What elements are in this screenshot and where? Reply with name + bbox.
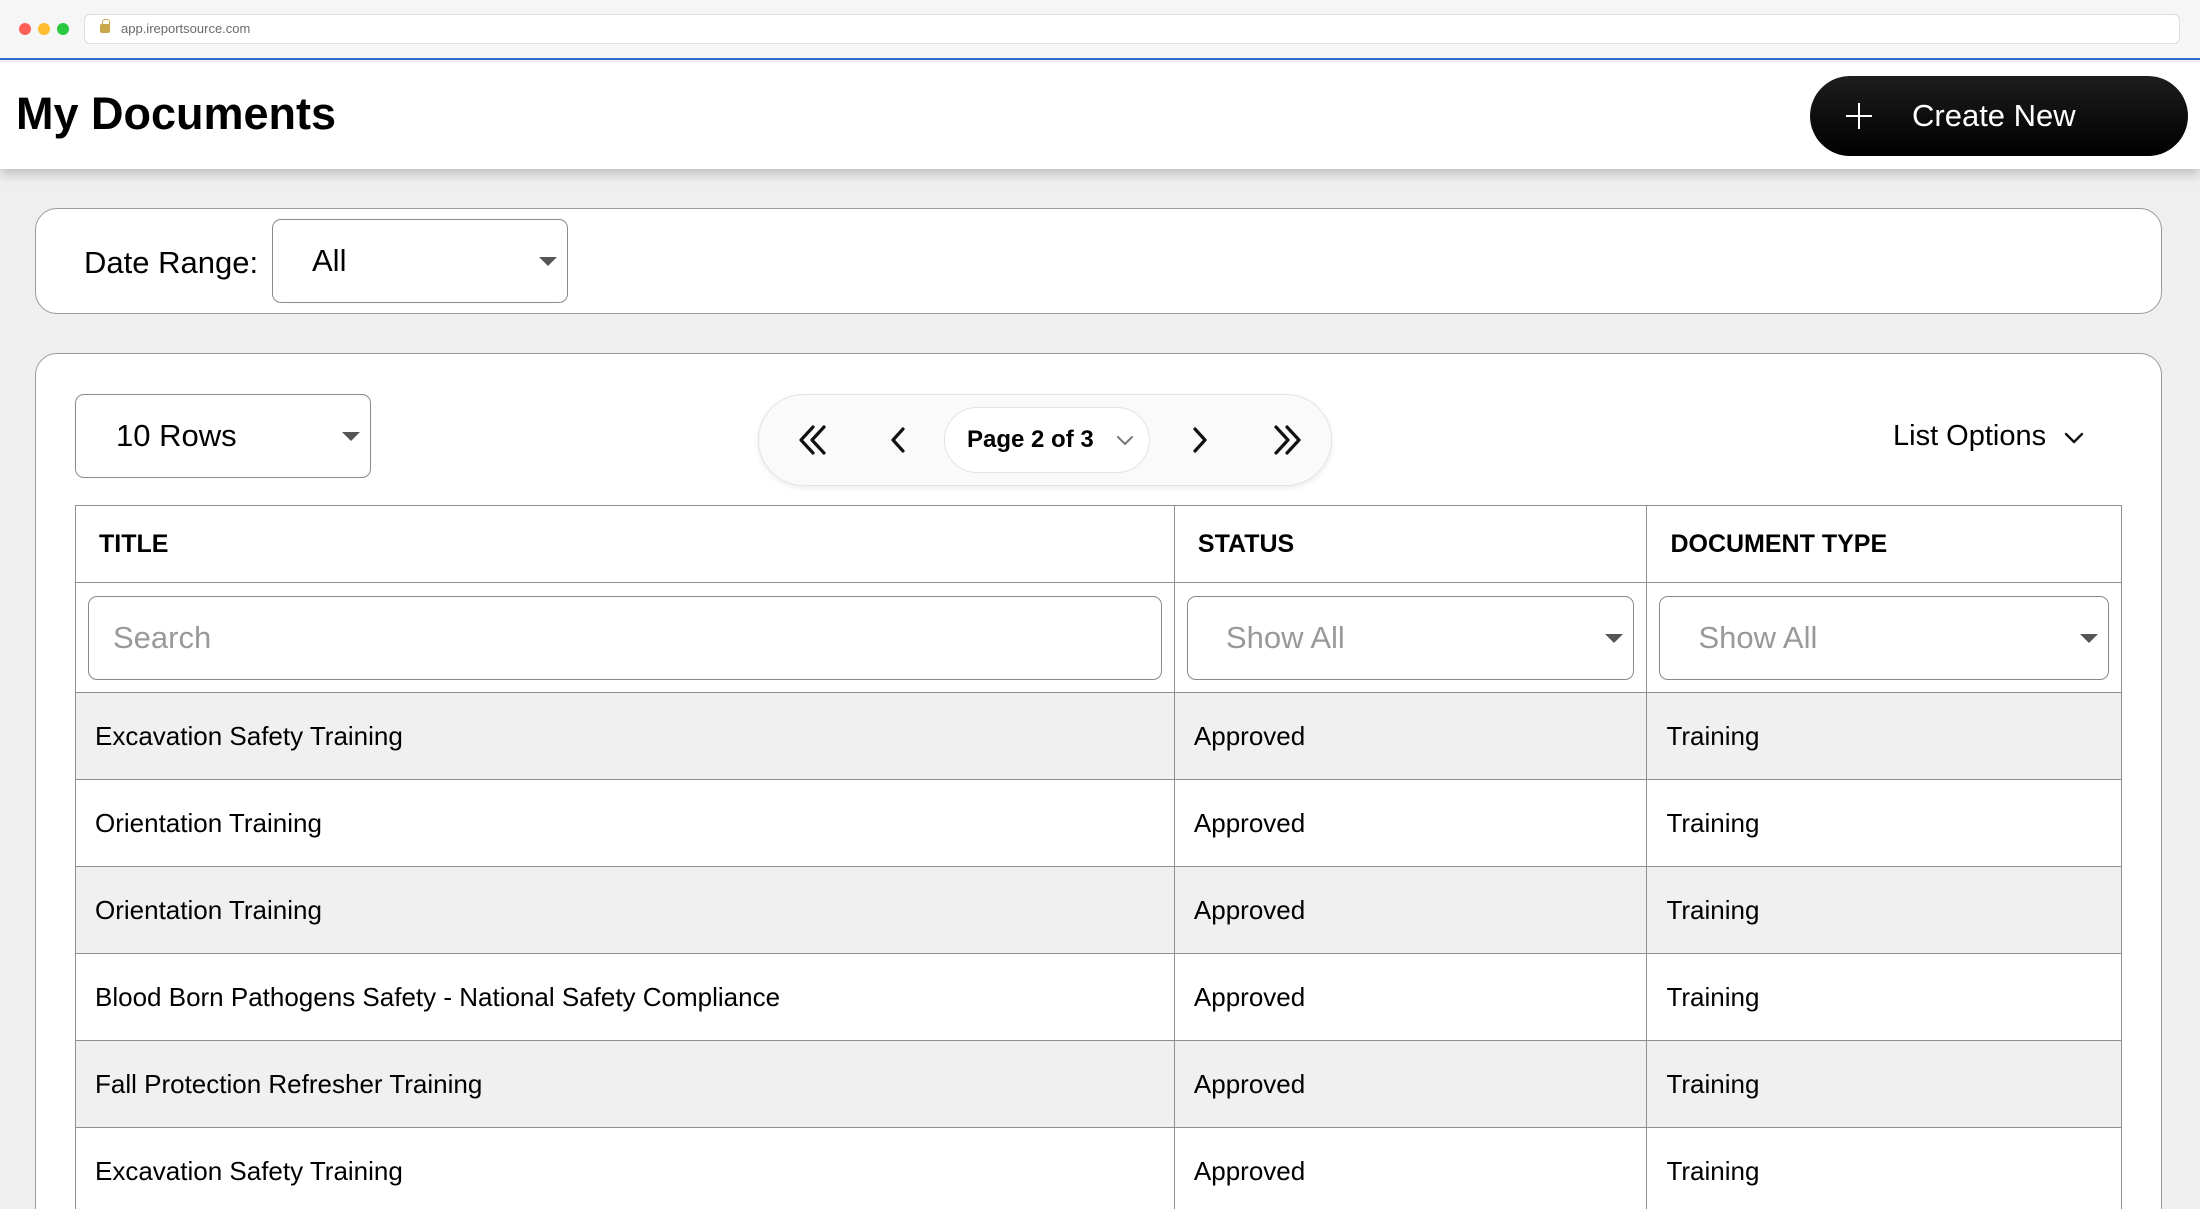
double-chevron-left-icon xyxy=(799,425,826,455)
chevron-left-icon xyxy=(891,427,905,453)
search-input[interactable]: Search xyxy=(88,596,1162,680)
row-document-type: Training xyxy=(1666,895,1760,925)
row-status: Approved xyxy=(1175,780,1648,866)
row-document-type: Training xyxy=(1666,1156,1760,1186)
caret-down-icon xyxy=(539,257,557,266)
caret-down-icon xyxy=(342,432,360,441)
status-filter-select[interactable]: Show All xyxy=(1186,596,1635,680)
table-row[interactable]: Orientation Training Approved Training xyxy=(76,867,2121,954)
next-page-button[interactable] xyxy=(1175,415,1225,465)
row-document-type: Training xyxy=(1666,721,1760,751)
chevron-right-icon xyxy=(1193,427,1207,453)
column-header-status[interactable]: STATUS xyxy=(1175,506,1648,582)
previous-page-button[interactable] xyxy=(873,415,923,465)
row-document-type: Training xyxy=(1666,982,1760,1012)
first-page-button[interactable] xyxy=(789,415,839,465)
table-header-row: TITLE STATUS DOCUMENT TYPE xyxy=(76,506,2121,583)
caret-down-icon xyxy=(1605,634,1624,643)
date-range-value: All xyxy=(312,243,347,278)
status-filter-cell: Show All xyxy=(1175,583,1648,692)
row-status: Approved xyxy=(1175,1128,1648,1209)
column-header-document-type[interactable]: DOCUMENT TYPE xyxy=(1647,506,2121,582)
caret-down-icon xyxy=(2079,634,2098,643)
row-document-type: Training xyxy=(1666,1069,1760,1099)
plus-icon xyxy=(1846,103,1872,129)
page-title: My Documents xyxy=(16,88,337,139)
table-row[interactable]: Excavation Safety Training Approved Trai… xyxy=(76,1128,2121,1209)
window-maximize-button[interactable] xyxy=(57,23,69,35)
list-options-label: List Options xyxy=(1893,420,2047,452)
create-new-label: Create New xyxy=(1912,98,2076,133)
row-title: Excavation Safety Training xyxy=(76,693,1175,779)
row-status: Approved xyxy=(1175,954,1648,1040)
row-document-type: Training xyxy=(1666,808,1760,838)
document-type-filter-select[interactable]: Show All xyxy=(1659,596,2109,680)
row-title: Orientation Training xyxy=(76,780,1175,866)
type-filter-cell: Show All xyxy=(1647,583,2121,692)
row-title: Excavation Safety Training xyxy=(76,1128,1175,1209)
chevron-down-icon xyxy=(1117,436,1133,445)
rows-per-page-value: 10 Rows xyxy=(116,418,237,453)
date-filter-panel: Date Range: All xyxy=(35,208,2162,314)
title-filter-cell: Search xyxy=(76,583,1175,692)
browser-chrome: app.ireportsource.com xyxy=(0,0,2200,60)
page-select[interactable]: Page 2 of 3 xyxy=(944,407,1150,473)
documents-table: TITLE STATUS DOCUMENT TYPE Search Show A… xyxy=(75,505,2122,1209)
date-range-select[interactable]: All xyxy=(272,219,568,303)
row-status: Approved xyxy=(1175,693,1648,779)
table-filter-row: Search Show All Show All xyxy=(76,583,2121,693)
page-indicator-text: Page 2 of 3 xyxy=(967,426,1094,453)
chevron-down-icon xyxy=(2064,432,2084,443)
table-row[interactable]: Orientation Training Approved Training xyxy=(76,780,2121,867)
double-chevron-right-icon xyxy=(1274,425,1301,455)
window-minimize-button[interactable] xyxy=(38,23,50,35)
table-row[interactable]: Fall Protection Refresher Training Appro… xyxy=(76,1041,2121,1128)
type-filter-value: Show All xyxy=(1698,620,1818,655)
last-page-button[interactable] xyxy=(1261,415,1311,465)
create-new-button[interactable]: Create New xyxy=(1810,76,2188,156)
pagination: Page 2 of 3 xyxy=(758,394,1332,486)
url-text: app.ireportsource.com xyxy=(121,21,251,36)
row-title: Orientation Training xyxy=(76,867,1175,953)
rows-per-page-select[interactable]: 10 Rows xyxy=(75,394,371,478)
list-options-button[interactable]: List Options xyxy=(1893,420,2086,453)
row-status: Approved xyxy=(1175,1041,1648,1127)
lock-icon xyxy=(100,19,110,33)
row-title: Blood Born Pathogens Safety - National S… xyxy=(76,954,1175,1040)
page-header: My Documents Create New xyxy=(0,62,2200,169)
date-range-label: Date Range: xyxy=(84,245,259,280)
row-status: Approved xyxy=(1175,867,1648,953)
window-close-button[interactable] xyxy=(19,23,31,35)
documents-list-panel: 10 Rows Page 2 of 3 List Options TITLE S… xyxy=(35,353,2162,1209)
row-title: Fall Protection Refresher Training xyxy=(76,1041,1175,1127)
address-bar[interactable]: app.ireportsource.com xyxy=(84,14,2180,44)
column-header-title[interactable]: TITLE xyxy=(76,506,1175,582)
status-filter-value: Show All xyxy=(1225,620,1345,655)
table-row[interactable]: Blood Born Pathogens Safety - National S… xyxy=(76,954,2121,1041)
table-row[interactable]: Excavation Safety Training Approved Trai… xyxy=(76,693,2121,780)
